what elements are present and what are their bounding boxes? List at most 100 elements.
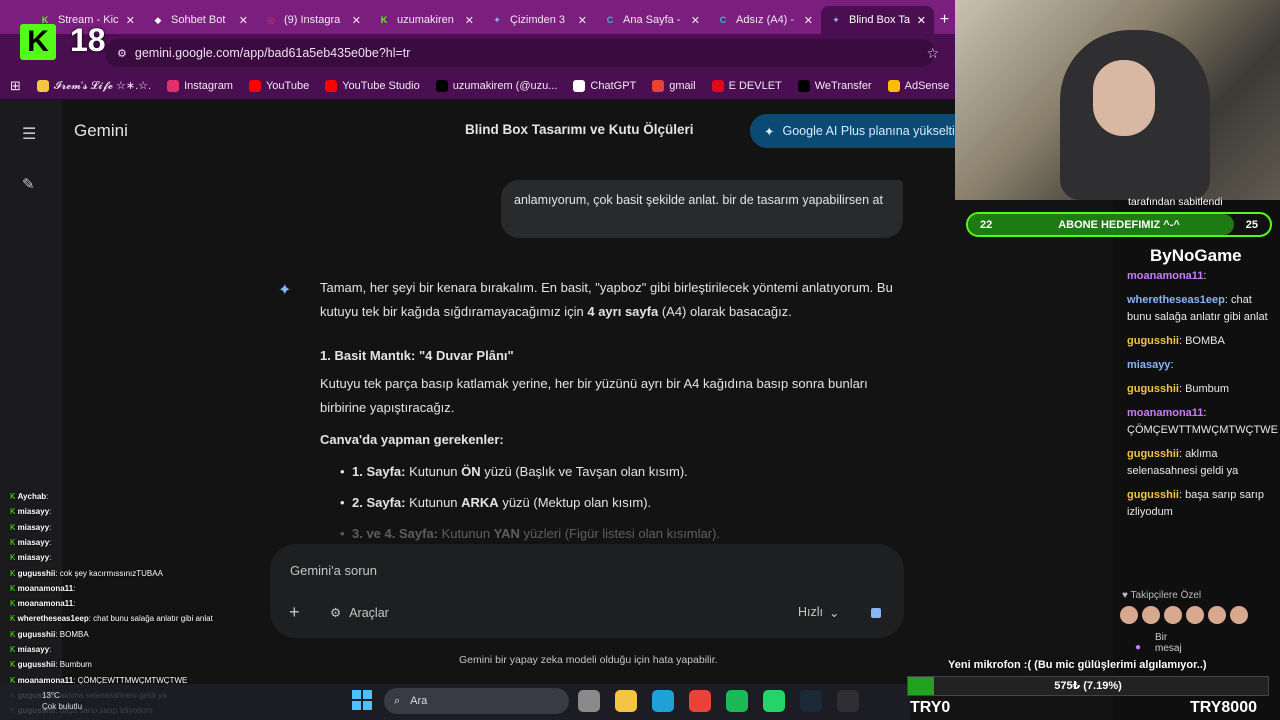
emote[interactable] (1186, 606, 1204, 624)
chat-username[interactable]: moanamona11 (1127, 270, 1203, 282)
site-info-icon[interactable]: ⚙ (117, 47, 127, 60)
bookmark-label: gmail (669, 79, 696, 92)
upgrade-button[interactable]: ✦ Google AI Plus planına yükselti (750, 114, 980, 148)
chat-message: gugusshii: aklıma selenasahnesi geldi ya (1127, 446, 1272, 480)
goal-current: 22 (980, 218, 993, 231)
prompt-composer[interactable] (270, 544, 904, 638)
menu-icon[interactable]: ☰ (22, 124, 36, 144)
bookmark-1[interactable]: Instagram (167, 79, 233, 92)
stop-button[interactable] (862, 599, 890, 627)
mic-icon[interactable]: ● (1135, 642, 1141, 653)
chevron-down-icon: ⌄ (829, 606, 840, 620)
donation-max: TRY8000 (1190, 699, 1257, 716)
chat-username[interactable]: gugusshii (1127, 489, 1179, 501)
overlay-text: : BOMBA (55, 629, 89, 639)
add-icon[interactable]: + (289, 602, 300, 623)
donation-min: TRY0 (910, 699, 951, 716)
bookmark-9[interactable]: AdSense (887, 79, 949, 92)
conversation-title[interactable]: Blind Box Tasarımı ve Kutu Ölçüleri (465, 122, 694, 137)
file-explorer-icon[interactable] (615, 690, 637, 712)
bookmark-6[interactable]: gmail (652, 79, 696, 92)
overlay-text: : (46, 492, 49, 501)
overlay-username: miasayy (17, 522, 50, 532)
tab-favicon-icon: ◎ (267, 14, 275, 25)
bookmark-label: Instagram (184, 79, 233, 92)
chat-message: gugusshii: BOMBA (1127, 333, 1272, 350)
tab-5[interactable]: C Ana Sayfa - ✕ (595, 6, 708, 34)
tab-2[interactable]: ◎ (9) Instagra ✕ (256, 6, 369, 34)
obs-icon[interactable] (837, 690, 859, 712)
chrome-icon[interactable] (689, 690, 711, 712)
overlay-username: miasayy (17, 553, 50, 563)
close-icon[interactable]: ✕ (804, 14, 813, 27)
overlay-chat-message: K miasayy: (10, 507, 52, 517)
model-selector[interactable]: Hızlı ⌄ (798, 605, 839, 620)
reply-list: 1. Sayfa: Kutunun ÖN yüzü (Başlık ve Tav… (320, 460, 910, 546)
tab-7[interactable]: ✦ Blind Box Ta ✕ (821, 6, 934, 34)
list-item: 1. Sayfa: Kutunun ÖN yüzü (Başlık ve Tav… (340, 460, 910, 484)
model-label: Hızlı (798, 605, 823, 619)
close-icon[interactable]: ✕ (239, 14, 248, 27)
taskbar-search[interactable]: ⌕ Ara (384, 688, 569, 714)
chat-username[interactable]: miasayy (1127, 359, 1170, 371)
emote[interactable] (1208, 606, 1226, 624)
bookmark-8[interactable]: WeTransfer (797, 79, 872, 92)
reply-subheading: Canva'da yapman gerekenler: (320, 432, 504, 447)
tab-6[interactable]: C Adsız (A4) - ✕ (708, 6, 821, 34)
address-bar[interactable]: ⚙ gemini.google.com/app/bad61a5eb435e0be… (105, 39, 939, 67)
tab-1[interactable]: ◆ Sohbet Bot ✕ (143, 6, 256, 34)
tab-favicon-icon: K (380, 15, 388, 25)
overlay-chat-message: K Aychab: (10, 492, 49, 501)
bookmark-label: YouTube Studio (342, 79, 420, 92)
overlay-text: : (49, 507, 52, 517)
url-text[interactable]: gemini.google.com/app/bad61a5eb435e0be?h… (135, 46, 411, 60)
bookmark-label: 𝓘𝓻𝓮𝓶'𝓼 𝓛𝓲𝓯𝓮 ☆∗.☆. (53, 79, 152, 92)
chat-username[interactable]: moanamona11 (1127, 407, 1203, 419)
emote[interactable] (1230, 606, 1248, 624)
tab-title: Ana Sayfa - (623, 14, 681, 26)
tab-title: uzumakiren (397, 14, 454, 26)
overlay-chat-message: K miasayy: (10, 645, 52, 654)
chat-username[interactable]: gugusshii (1127, 448, 1179, 460)
whatsapp-icon[interactable] (763, 690, 785, 712)
prompt-input[interactable]: Gemini'a sorun (290, 563, 377, 578)
chat-input[interactable]: Bir mesaj (1155, 632, 1185, 654)
chat-username[interactable]: gugusshii (1127, 335, 1179, 347)
bookmark-3[interactable]: YouTube Studio (325, 79, 420, 92)
close-icon[interactable]: ✕ (917, 14, 926, 27)
tools-button[interactable]: ⚙ Araçlar (330, 605, 389, 621)
bookmark-favicon-icon (36, 79, 49, 92)
bookmark-7[interactable]: E DEVLET (711, 79, 782, 92)
tools-icon: ⚙ (330, 606, 342, 620)
bookmark-favicon-icon (325, 79, 338, 92)
close-icon[interactable]: ✕ (691, 14, 700, 27)
weather-widget[interactable]: 13°C Çok bulutlu (42, 690, 82, 712)
new-chat-icon[interactable]: ✎ (22, 175, 35, 193)
gemini-brand[interactable]: Gemini (74, 121, 128, 141)
tab-3[interactable]: Kuzumakiren ✕ (369, 6, 482, 34)
close-icon[interactable]: ✕ (352, 14, 361, 27)
spotify-icon[interactable] (726, 690, 748, 712)
bookmark-0[interactable]: 𝓘𝓻𝓮𝓶'𝓼 𝓛𝓲𝓯𝓮 ☆∗.☆. (36, 79, 152, 93)
bookmark-2[interactable]: YouTube (248, 79, 309, 92)
new-tab-button[interactable]: + (934, 6, 955, 34)
start-button[interactable] (352, 690, 372, 710)
bookmark-favicon-icon (435, 79, 448, 92)
close-icon[interactable]: ✕ (465, 14, 474, 27)
tab-4[interactable]: ✦ Çizimden 3 ✕ (482, 6, 595, 34)
emote[interactable] (1120, 606, 1138, 624)
close-icon[interactable]: ✕ (126, 14, 135, 27)
task-view-icon[interactable] (578, 690, 600, 712)
emote[interactable] (1164, 606, 1182, 624)
edge-icon[interactable] (652, 690, 674, 712)
overlay-text: : chat bunu salağa anlatır gibi anlat (88, 614, 213, 624)
chat-username[interactable]: wheretheseas1eep (1127, 294, 1225, 306)
bookmark-star-icon[interactable]: ☆ (926, 45, 939, 62)
steam-icon[interactable] (800, 690, 822, 712)
bookmark-4[interactable]: uzumakirem (@uzu... (435, 79, 557, 92)
bookmark-5[interactable]: ChatGPT (573, 79, 636, 92)
close-icon[interactable]: ✕ (578, 14, 587, 27)
apps-grid-icon[interactable]: ⊞ (10, 78, 21, 94)
emote[interactable] (1142, 606, 1160, 624)
chat-username[interactable]: gugusshii (1127, 383, 1179, 395)
